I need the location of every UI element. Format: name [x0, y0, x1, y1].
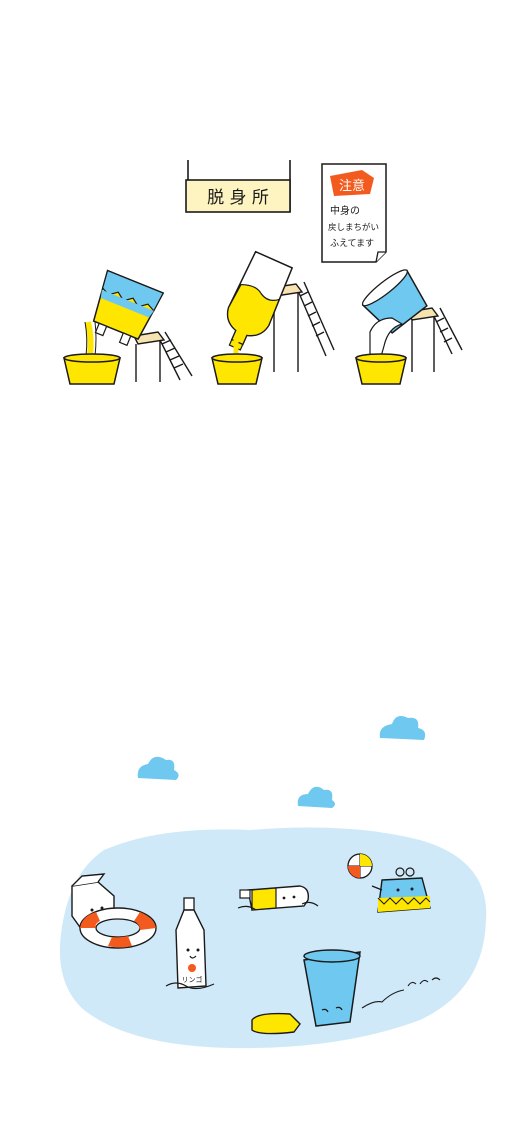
changing-room-scene: 脱 身 所 注意 中身の 戻しまちがい ふえてます [63, 160, 463, 385]
sign-label: 脱 身 所 [207, 188, 269, 208]
cloud-icon [379, 716, 426, 740]
ladder-icon [295, 281, 335, 357]
notice-line-1: 中身の [330, 204, 360, 217]
notice-line-2: 戻しまちがい [328, 222, 379, 233]
life-ring-icon [79, 907, 157, 949]
apple-icon [188, 964, 196, 972]
pour-station-blue-cup [355, 269, 463, 385]
pool-scene: リンゴ [59, 716, 487, 1049]
pour-station-cup [63, 269, 193, 385]
cloud-icon [137, 756, 179, 780]
cloud-icon [297, 786, 335, 808]
notice-line-3: ふえてます [330, 238, 374, 249]
bottle-label: リンゴ [182, 975, 203, 984]
warning-notice: 注意 中身の 戻しまちがい ふえてます [321, 163, 387, 263]
changing-room-sign: 脱 身 所 [185, 160, 291, 213]
illustration-canvas: 脱 身 所 注意 中身の 戻しまちがい ふえてます リンゴ [0, 0, 520, 1145]
yellow-lid-icon [251, 1012, 301, 1035]
notice-badge: 注意 [339, 178, 365, 194]
pour-station-bottle [211, 250, 335, 385]
